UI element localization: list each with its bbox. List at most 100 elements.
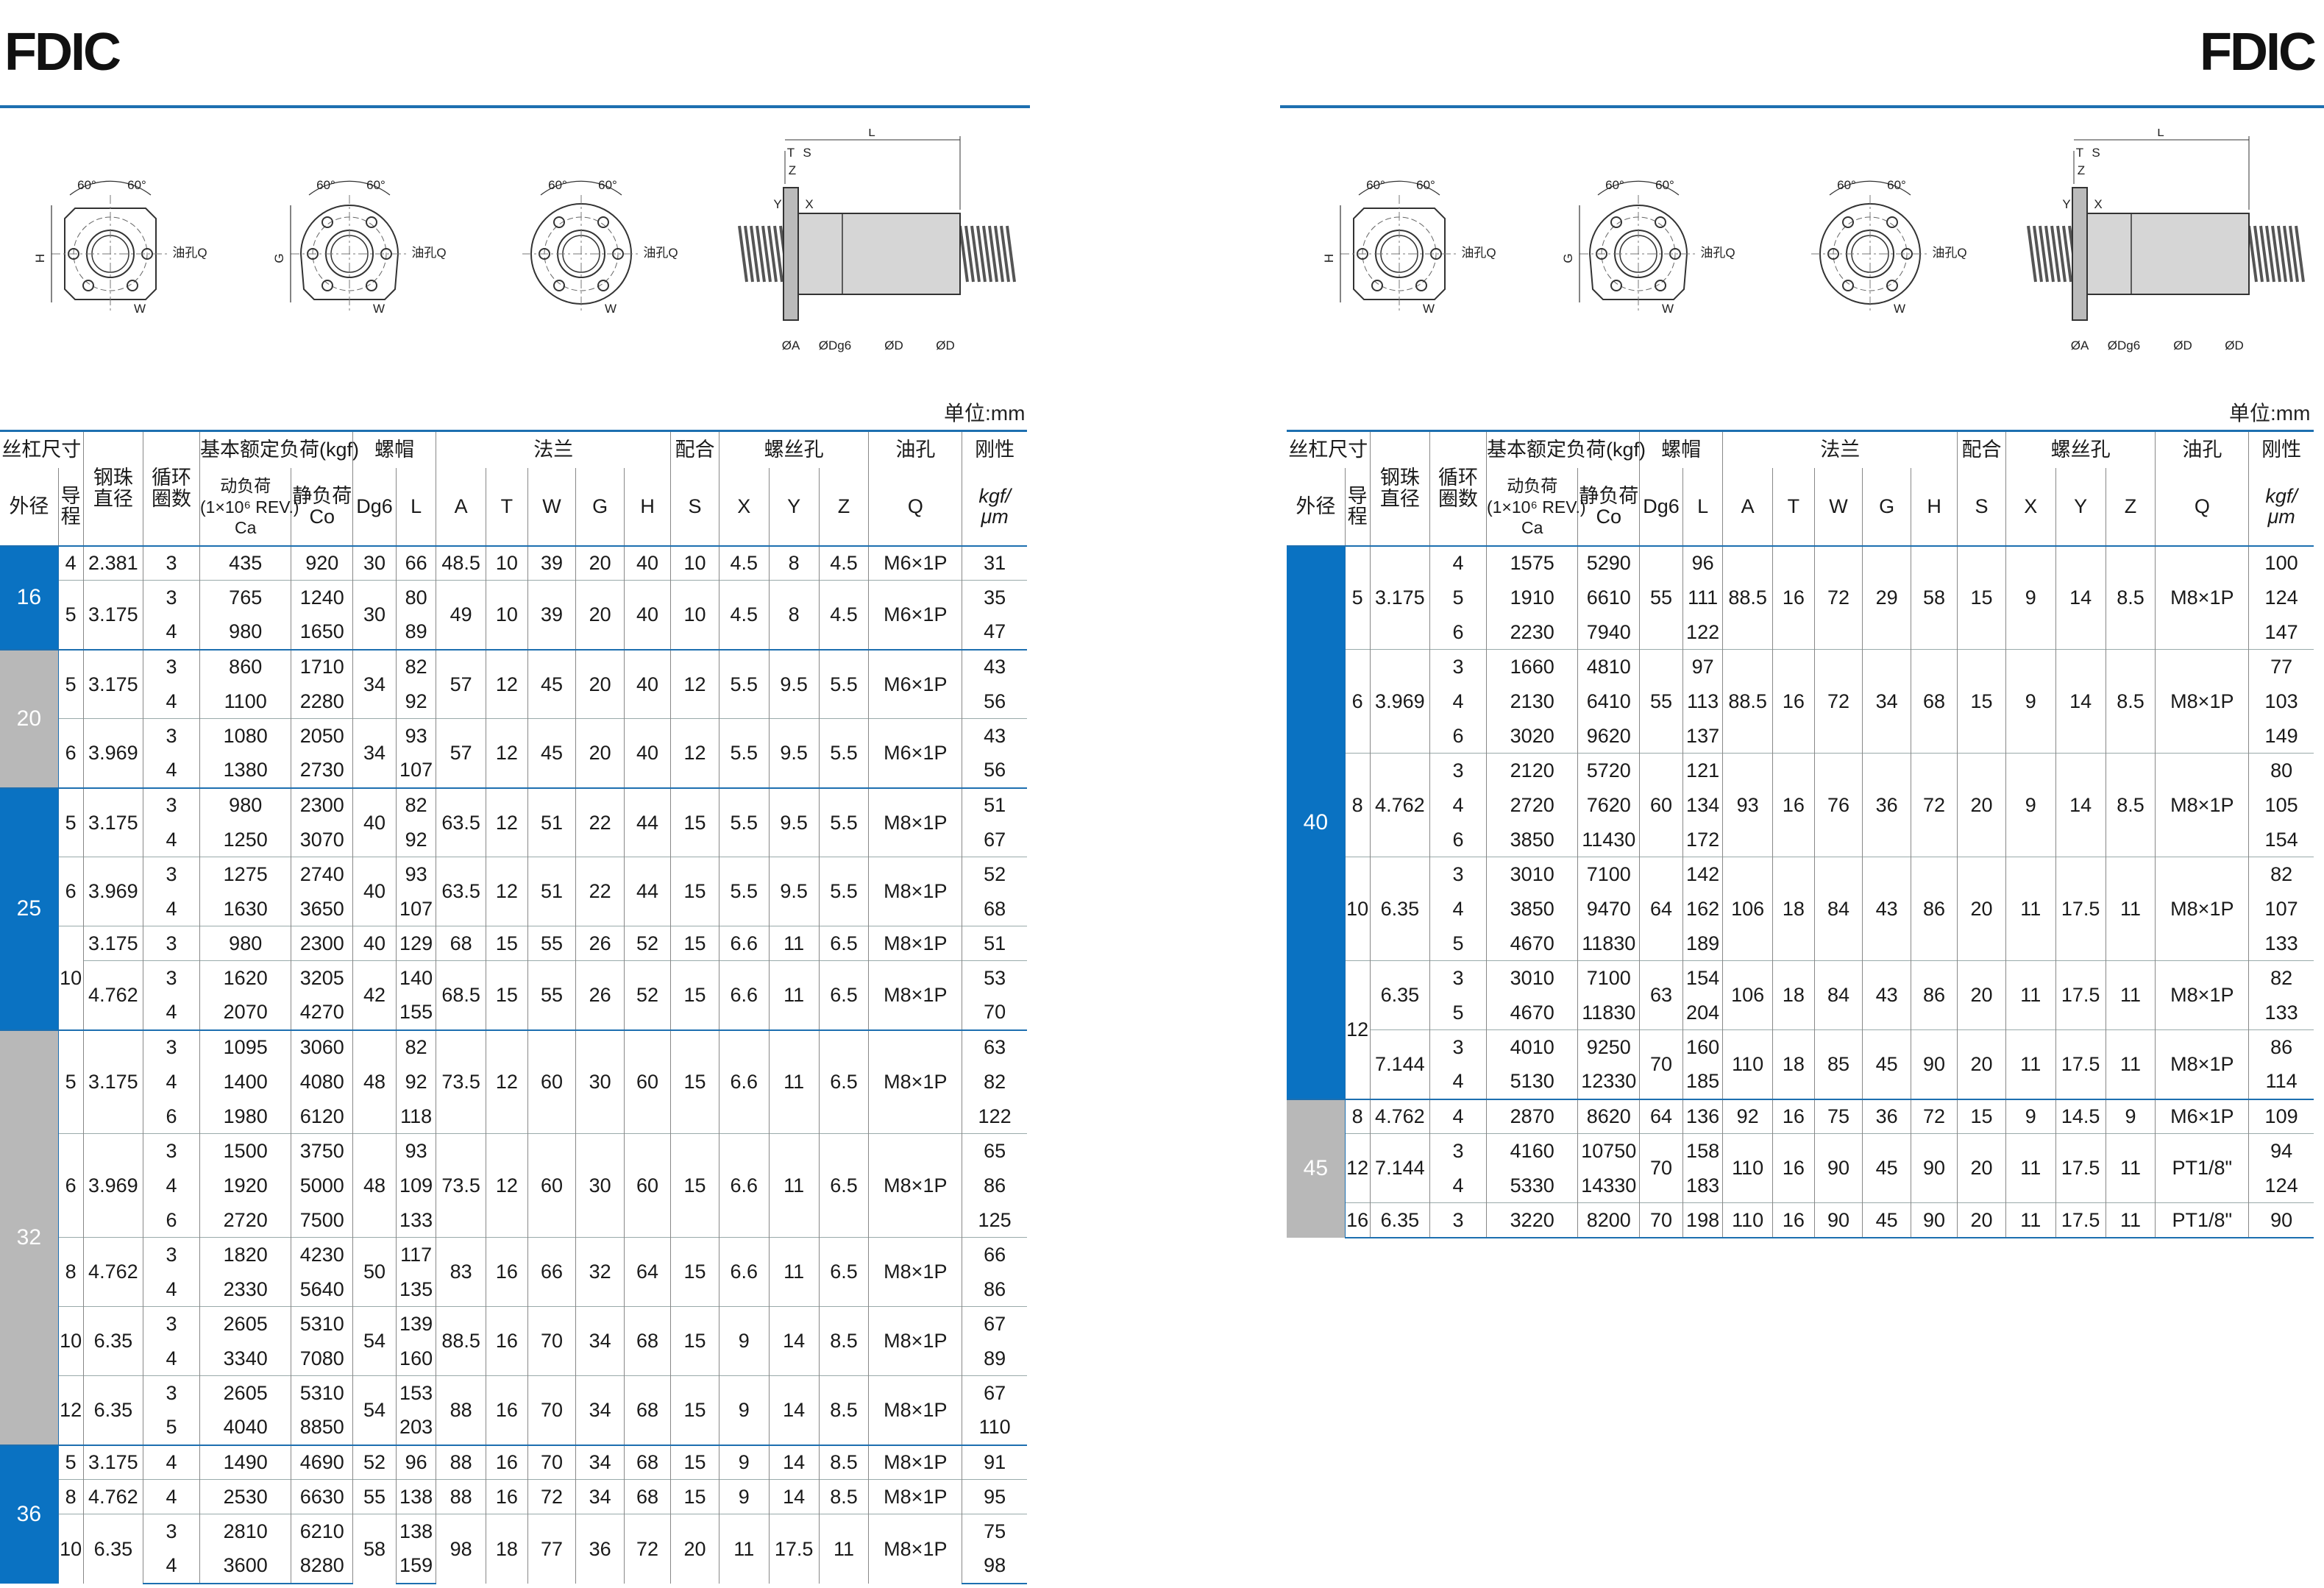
ball-dia-cell: 4.762 (1369, 753, 1430, 857)
bolt-z-cell: 6.5 (818, 926, 869, 961)
header-fit: 配合 (670, 430, 719, 468)
oil-hole-cell: M8×1P (868, 1029, 962, 1134)
table-row: 10 6.35 3 3010 7100 64 142 106 18 84 43 86 20 11 17.5 1… (1287, 857, 2314, 961)
header-t: T (486, 467, 528, 547)
header-stiffness: 刚性 (2248, 430, 2314, 468)
angle-label: 60° (1366, 178, 1385, 192)
table-row: 10 6.35 3 2810 6210 58 138 98 18 77 36 72 20 11 17.5 11… (0, 1514, 1027, 1584)
static-load-cell: 4230 (291, 1237, 353, 1272)
nut-length-cell: 153 (395, 1375, 436, 1411)
flange-a-cell: 98 (436, 1514, 486, 1584)
lead-cell: 6 (57, 857, 84, 926)
bolt-x-cell: 5.5 (718, 787, 770, 857)
dynamic-load-cell: 5330 (1485, 1168, 1578, 1203)
circuits-cell: 3 (1429, 753, 1487, 788)
header-dynamic-load: 动负荷 (1×10⁶ REV.) Ca (1485, 467, 1586, 547)
table-row: 8 4.762 4 2530 6630 55 138 88 16 72 34 68 15 9 14 8.5 M8… (0, 1479, 1027, 1514)
z-label: Z (2078, 163, 2085, 177)
flange-w-cell: 90 (1813, 1202, 1863, 1238)
circuits-cell: 4 (143, 995, 200, 1030)
nut-length-cell: 154 (1682, 960, 1723, 996)
nut-length-cell: 113 (1682, 684, 1723, 719)
bolt-x-cell: 4.5 (718, 545, 770, 581)
bolt-z-cell: 8.5 (2105, 545, 2156, 650)
header-line: 静负荷 (1579, 484, 1639, 507)
bolt-y-cell: 14 (2055, 753, 2106, 857)
angle-label: 60° (77, 178, 96, 192)
lead-cell: 12 (1344, 960, 1371, 1099)
bolt-y-cell: 8 (768, 580, 820, 650)
stiffness-cell: 125 (962, 1202, 1027, 1238)
dynamic-load-cell: 2870 (1485, 1098, 1578, 1134)
brand-logo: FDIC (4, 23, 121, 82)
oil-hole-label: 油孔Q (1461, 246, 1496, 260)
x-label: X (805, 197, 813, 211)
angle-label: 60° (1837, 178, 1856, 192)
oil-hole-cell: M6×1P (868, 648, 962, 719)
screw-thread-left (738, 225, 789, 283)
dia-dg6-label: ØDg6 (819, 338, 851, 352)
nut-dg6-cell: 34 (352, 718, 397, 788)
static-load-cell: 4270 (291, 995, 353, 1030)
table-row: 20 5 3.175 3 860 1710 34 82 57 12 45 20 40 12 5.5 9.5 5.… (0, 648, 1027, 788)
stiffness-cell: 114 (2248, 1064, 2314, 1099)
stiffness-cell: 124 (2248, 1168, 2314, 1203)
bolt-y-cell: 14 (768, 1479, 820, 1514)
angle-label: 60° (598, 178, 617, 192)
dynamic-load-cell: 2720 (199, 1202, 291, 1238)
outer-diameter-cell: 25 (0, 787, 59, 1030)
stiffness-cell: 89 (962, 1341, 1027, 1376)
dia-dg6-label: ØDg6 (2108, 338, 2140, 352)
h-label: H (1322, 254, 1336, 263)
nut-length-cell: 92 (395, 822, 436, 857)
lead-cell: 6 (1344, 649, 1371, 754)
dynamic-load-cell: 1980 (199, 1099, 291, 1134)
l-label: L (2157, 129, 2164, 139)
flange-h-cell: 60 (623, 1133, 671, 1238)
dynamic-load-cell: 1920 (199, 1168, 291, 1203)
flange-g-cell: 36 (575, 1514, 625, 1584)
static-load-cell: 8280 (291, 1548, 353, 1584)
l-label: L (868, 129, 875, 139)
static-load-cell: 2740 (291, 857, 353, 892)
stiffness-cell: 98 (962, 1548, 1027, 1584)
static-load-cell: 2280 (291, 684, 353, 719)
static-load-cell: 2730 (291, 753, 353, 788)
table-row: 12 7.144 3 4160 10750 70 158 110 16 90 45 90 20 11 17.… (1287, 1133, 2314, 1203)
w-label: W (134, 302, 146, 316)
flange-g-cell: 43 (1862, 857, 1911, 961)
flange-t-cell: 16 (1772, 753, 1815, 857)
circuits-cell: 4 (1429, 1064, 1487, 1099)
circuits-cell: 4 (143, 1272, 200, 1307)
flange-w-cell: 66 (527, 1237, 576, 1307)
fit-s-cell: 10 (670, 580, 719, 650)
header-g: G (575, 467, 625, 547)
bolt-y-cell: 14 (2055, 649, 2106, 754)
flange-h-cell: 68 (623, 1375, 671, 1445)
fit-s-cell: 12 (670, 718, 719, 788)
flange-t-cell: 16 (1772, 1098, 1815, 1134)
oil-hole-cell: M8×1P (2155, 857, 2249, 961)
table-row: 7.144 3 4010 9250 70 160 110 18 85 45 90 20 11 17.5 11… (1287, 1029, 2314, 1099)
bolt-z-cell: 11 (2105, 1133, 2156, 1203)
static-load-cell: 5640 (291, 1272, 353, 1307)
lead-cell: 12 (57, 1375, 84, 1445)
nut-body (797, 213, 961, 295)
screw-thread-left (2027, 225, 2078, 283)
lead-cell: 5 (57, 1029, 84, 1134)
bolt-x-cell: 6.6 (718, 926, 770, 961)
flange-g-cell: 20 (575, 648, 625, 719)
fit-s-cell: 15 (670, 1237, 719, 1307)
dynamic-load-cell: 1250 (199, 822, 291, 857)
circuits-cell: 3 (143, 1029, 200, 1065)
table-row: 4.762 3 1620 3205 42 140 68.5 15 55 26 52 15 6.6 11 6.… (0, 960, 1027, 1030)
flange-a-cell: 68 (436, 926, 486, 961)
flange-drawings: 60° 60° 油孔Q W H 60° 60° 油孔Q W G 60° 60° 油孔Q W L T SZ X Y ØA… (1322, 129, 2305, 352)
flange-w-cell: 72 (1813, 649, 1863, 754)
g-label: G (1561, 253, 1575, 263)
static-load-cell: 6610 (1577, 580, 1640, 615)
stiffness-cell: 133 (2248, 926, 2314, 961)
flange-t-cell: 16 (1772, 1202, 1815, 1238)
nut-length-cell: 185 (1682, 1064, 1723, 1099)
dynamic-load-cell: 4670 (1485, 926, 1578, 961)
